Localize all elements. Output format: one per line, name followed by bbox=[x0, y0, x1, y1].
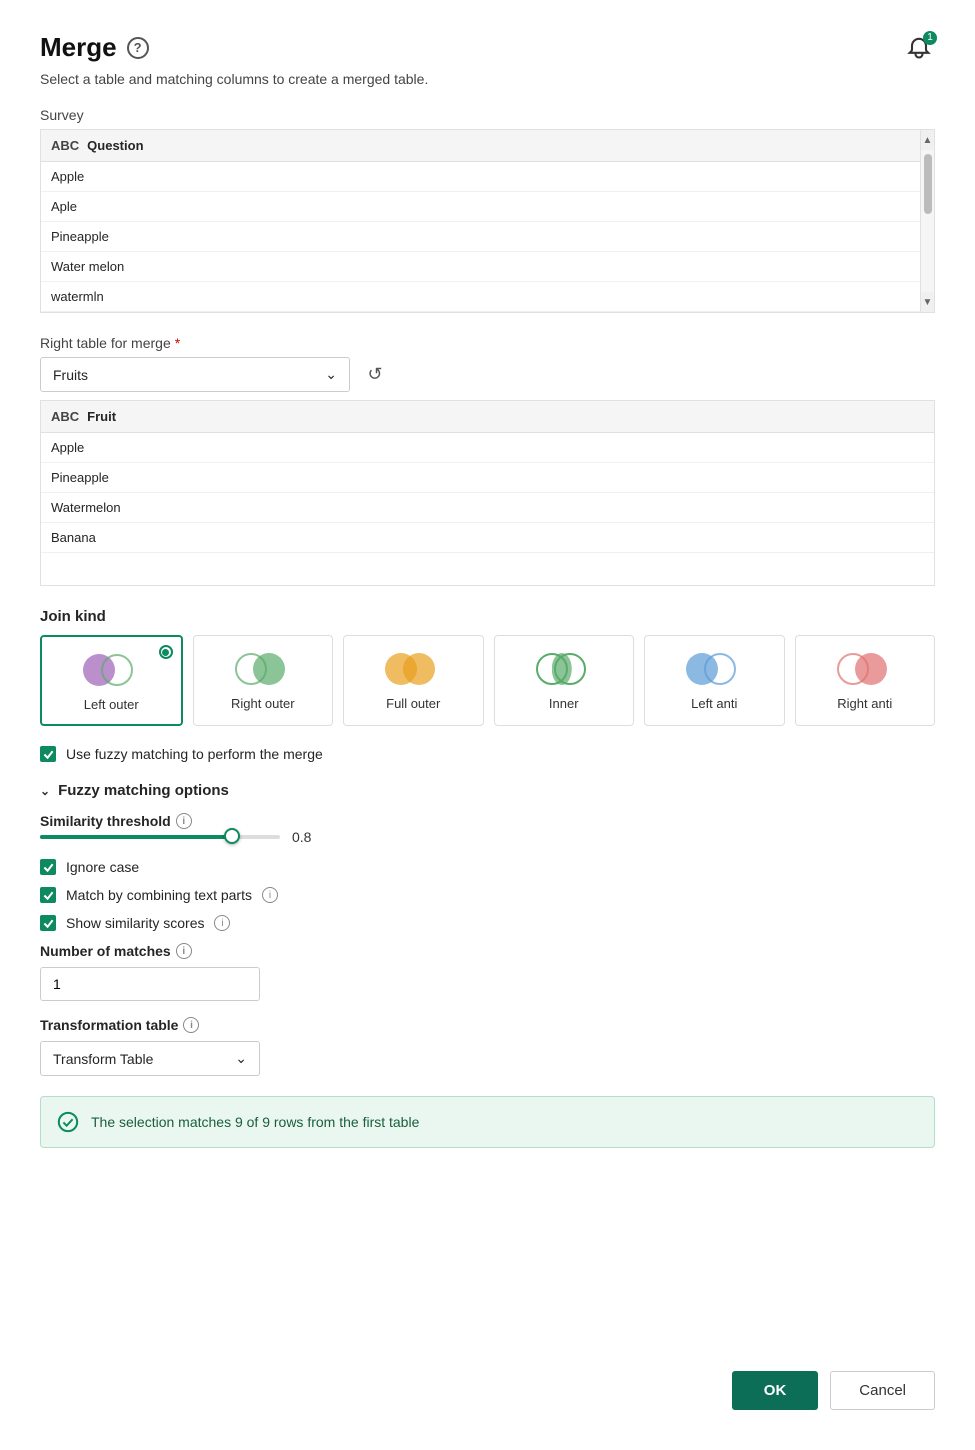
transformation-table-info-icon[interactable]: i bbox=[183, 1017, 199, 1033]
join-option-label: Right outer bbox=[231, 696, 295, 711]
success-banner: The selection matches 9 of 9 rows from t… bbox=[40, 1096, 935, 1148]
scroll-thumb[interactable] bbox=[921, 150, 934, 292]
notification-icon[interactable]: 1 bbox=[905, 33, 935, 63]
dropdown-chevron-icon: ⌄ bbox=[325, 366, 337, 383]
left-table-label: Survey bbox=[40, 107, 935, 123]
ok-button[interactable]: OK bbox=[732, 1371, 819, 1410]
transformation-table-value: Transform Table bbox=[53, 1051, 153, 1067]
join-option-full-outer[interactable]: Full outer bbox=[343, 635, 484, 726]
selected-indicator bbox=[159, 645, 173, 659]
table-row[interactable]: Watermelon bbox=[41, 493, 934, 523]
match-combining-info-icon[interactable]: i bbox=[262, 887, 278, 903]
table-row[interactable]: Apple bbox=[41, 433, 934, 463]
slider-fill bbox=[40, 835, 232, 839]
show-scores-checkbox[interactable] bbox=[40, 915, 56, 931]
table-row[interactable]: Aple bbox=[41, 192, 934, 222]
table-row[interactable]: Water melon bbox=[41, 252, 934, 282]
left-col-type-icon: ABC bbox=[51, 138, 79, 153]
fuzzy-matching-row: Use fuzzy matching to perform the merge bbox=[40, 746, 935, 762]
scroll-up-icon[interactable]: ▲ bbox=[921, 130, 934, 150]
fuzzy-options-title: ⌄ Fuzzy matching options bbox=[40, 782, 935, 799]
transformation-table-dropdown[interactable]: Transform Table ⌄ bbox=[40, 1041, 260, 1076]
right-table-label: Right table for merge * bbox=[40, 335, 935, 351]
refresh-icon[interactable]: ↺ bbox=[362, 362, 388, 388]
inner-venn bbox=[536, 650, 592, 688]
required-star: * bbox=[175, 335, 180, 351]
join-option-label: Inner bbox=[549, 696, 579, 711]
match-combining-label: Match by combining text parts bbox=[66, 887, 252, 903]
help-icon[interactable]: ? bbox=[127, 37, 149, 59]
success-check-icon bbox=[57, 1111, 79, 1133]
table-row[interactable]: Pineapple bbox=[41, 222, 934, 252]
left-table-scrollbar[interactable]: ▲ ▼ bbox=[920, 130, 934, 312]
table-row bbox=[41, 553, 934, 585]
transform-dropdown-chevron: ⌄ bbox=[235, 1050, 247, 1067]
slider-value: 0.8 bbox=[292, 829, 311, 845]
transformation-table-label: Transformation table i bbox=[40, 1017, 935, 1033]
dialog-subtitle: Select a table and matching columns to c… bbox=[40, 71, 935, 87]
left-outer-venn bbox=[83, 651, 139, 689]
cancel-button[interactable]: Cancel bbox=[830, 1371, 935, 1410]
right-table-dropdown[interactable]: Fruits ⌄ bbox=[40, 357, 350, 392]
table-row[interactable]: watermln bbox=[41, 282, 934, 312]
left-anti-venn bbox=[686, 650, 742, 688]
join-option-label: Left outer bbox=[84, 697, 139, 712]
table-row[interactable]: Pineapple bbox=[41, 463, 934, 493]
left-table: ABC Question Apple Aple Pineapple Water … bbox=[40, 129, 935, 313]
join-option-right-outer[interactable]: Right outer bbox=[193, 635, 334, 726]
ignore-case-label: Ignore case bbox=[66, 859, 139, 875]
fuzzy-matching-label: Use fuzzy matching to perform the merge bbox=[66, 746, 323, 762]
full-outer-venn bbox=[385, 650, 441, 688]
right-col-type-icon: ABC bbox=[51, 409, 79, 424]
join-option-right-anti[interactable]: Right anti bbox=[795, 635, 936, 726]
right-table: ABC Fruit Apple Pineapple Watermelon Ban… bbox=[40, 400, 935, 586]
slider-row: 0.8 bbox=[40, 829, 935, 845]
show-scores-info-icon[interactable]: i bbox=[214, 915, 230, 931]
table-row[interactable]: Apple bbox=[41, 162, 934, 192]
fuzzy-options-section: ⌄ Fuzzy matching options Similarity thre… bbox=[40, 782, 935, 1096]
join-option-inner[interactable]: Inner bbox=[494, 635, 635, 726]
join-options: Left outer Right outer Full outer bbox=[40, 635, 935, 726]
show-scores-label: Show similarity scores bbox=[66, 915, 204, 931]
join-option-left-anti[interactable]: Left anti bbox=[644, 635, 785, 726]
similarity-info-icon[interactable]: i bbox=[176, 813, 192, 829]
join-option-left-outer[interactable]: Left outer bbox=[40, 635, 183, 726]
table-row[interactable]: Banana bbox=[41, 523, 934, 553]
match-combining-row: Match by combining text parts i bbox=[40, 887, 935, 903]
similarity-threshold-label: Similarity threshold i bbox=[40, 813, 935, 829]
ignore-case-checkbox[interactable] bbox=[40, 859, 56, 875]
number-of-matches-input[interactable] bbox=[40, 967, 260, 1001]
number-of-matches-label: Number of matches i bbox=[40, 943, 935, 959]
join-option-label: Left anti bbox=[691, 696, 737, 711]
show-scores-row: Show similarity scores i bbox=[40, 915, 935, 931]
fuzzy-matching-checkbox[interactable] bbox=[40, 746, 56, 762]
right-outer-venn bbox=[235, 650, 291, 688]
scroll-down-icon[interactable]: ▼ bbox=[921, 292, 934, 312]
success-message: The selection matches 9 of 9 rows from t… bbox=[91, 1114, 419, 1130]
join-option-label: Right anti bbox=[837, 696, 892, 711]
ignore-case-row: Ignore case bbox=[40, 859, 935, 875]
slider-thumb[interactable] bbox=[224, 828, 240, 844]
chevron-down-icon[interactable]: ⌄ bbox=[40, 784, 50, 798]
right-table-header: ABC Fruit bbox=[41, 401, 934, 433]
footer-buttons: OK Cancel bbox=[40, 1361, 935, 1410]
join-kind-label: Join kind bbox=[40, 608, 935, 625]
join-option-label: Full outer bbox=[386, 696, 440, 711]
left-col-header: Question bbox=[87, 138, 143, 153]
number-matches-info-icon[interactable]: i bbox=[176, 943, 192, 959]
notification-badge: 1 bbox=[923, 31, 937, 45]
match-combining-checkbox[interactable] bbox=[40, 887, 56, 903]
right-col-header: Fruit bbox=[87, 409, 116, 424]
dialog-title: Merge bbox=[40, 32, 117, 63]
right-table-dropdown-value: Fruits bbox=[53, 367, 88, 383]
left-table-header: ABC Question bbox=[41, 130, 934, 162]
right-anti-venn bbox=[837, 650, 893, 688]
similarity-slider[interactable] bbox=[40, 835, 280, 839]
